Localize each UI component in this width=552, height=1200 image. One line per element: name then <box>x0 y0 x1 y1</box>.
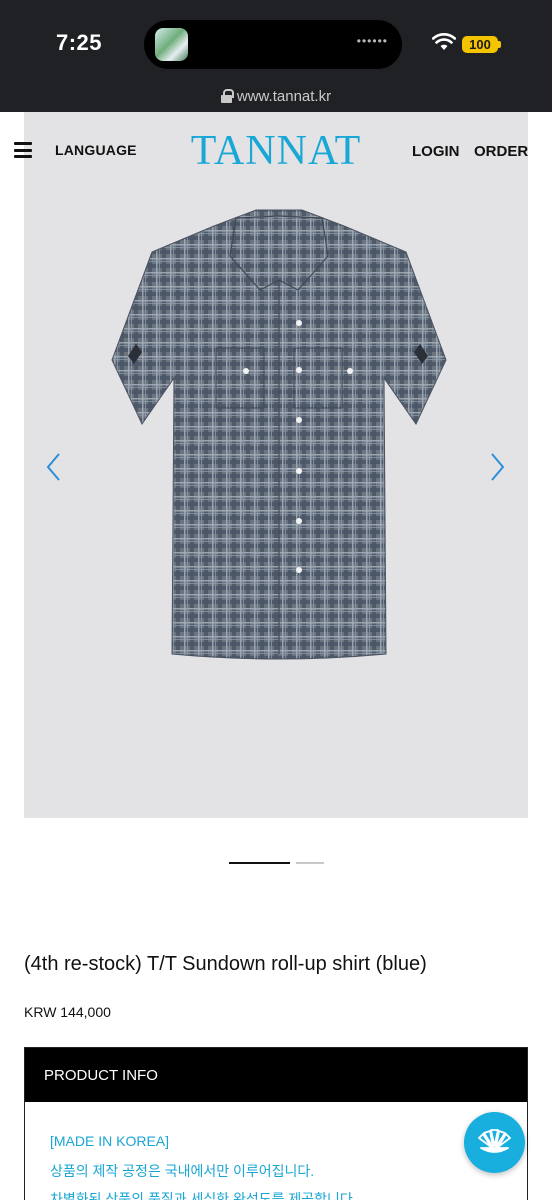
language-link[interactable]: LANGUAGE <box>55 142 137 158</box>
battery-nub <box>498 41 501 48</box>
status-bar: 7:25 •••••• 100 www.tannat.kr <box>0 0 552 112</box>
now-playing-thumbnail <box>155 28 188 61</box>
site-logo[interactable]: TANNAT <box>186 130 366 172</box>
product-info-header[interactable]: PRODUCT INFO <box>25 1048 527 1102</box>
product-info-title: PRODUCT INFO <box>44 1067 158 1084</box>
chat-button[interactable] <box>464 1112 525 1173</box>
info-line: 상품의 제작 공정은 국내에서만 이루어집니다. <box>50 1163 315 1179</box>
site-header: LANGUAGE TANNAT LOGIN ORDER <box>0 112 552 188</box>
status-time: 7:25 <box>56 30 103 55</box>
product-price: KRW 144,000 <box>24 1004 111 1020</box>
chevron-left-icon[interactable] <box>44 452 64 482</box>
pager-indicator[interactable] <box>296 862 324 864</box>
lock-icon <box>220 89 234 103</box>
battery-indicator: 100 <box>462 36 498 53</box>
login-link[interactable]: LOGIN <box>412 143 460 160</box>
product-title: (4th re-stock) T/T Sundown roll-up shirt… <box>24 953 427 975</box>
chevron-right-icon[interactable] <box>487 452 507 482</box>
order-link[interactable]: ORDER <box>474 143 528 160</box>
chat-icon <box>478 1129 511 1153</box>
pager-indicator-active[interactable] <box>229 862 290 864</box>
product-image-carousel[interactable] <box>24 112 528 818</box>
info-line: [MADE IN KOREA] <box>50 1133 170 1149</box>
product-photo-shirt <box>111 209 447 660</box>
dynamic-island[interactable]: •••••• <box>144 20 402 69</box>
product-info-panel: PRODUCT INFO [MADE IN KOREA] 상품의 제작 공정은 … <box>24 1047 528 1200</box>
hamburger-icon[interactable] <box>14 142 32 158</box>
waveform-icon: •••••• <box>356 34 388 48</box>
url-bar[interactable]: www.tannat.kr <box>0 88 552 105</box>
wifi-icon <box>432 33 456 50</box>
info-line: 차별화된 상품의 품질과 세심한 완성도를 제공합니다. <box>50 1191 357 1200</box>
url-text: www.tannat.kr <box>236 88 332 105</box>
